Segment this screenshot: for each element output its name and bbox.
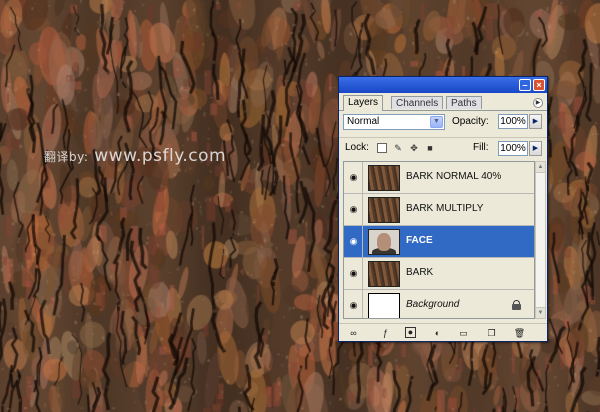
opacity-field[interactable]: 100% (498, 114, 528, 129)
lock-position-move-icon[interactable]: ✥ (409, 143, 419, 153)
layer-style-icon[interactable]: ƒ (379, 327, 392, 339)
opacity-slider-arrow-icon[interactable]: ▶ (529, 114, 542, 129)
eye-visibility-icon[interactable]: ◉ (347, 236, 360, 247)
lock-label: Lock: (345, 142, 369, 153)
blend-mode-select[interactable]: Normal ▼ (343, 114, 445, 130)
face-thumbnail (368, 229, 400, 255)
layer-thumbnail (368, 293, 400, 318)
watermark-url: www.psfly.com (94, 146, 227, 166)
palette-titlebar[interactable]: – × (339, 77, 547, 93)
fill-label: Fill: (473, 142, 489, 153)
layer-row[interactable]: ◉ BARK (344, 258, 534, 290)
layers-palette: – × Layers Channels Paths ▶ Normal ▼ Opa… (338, 76, 548, 342)
scroll-down-icon[interactable]: ▼ (536, 307, 545, 318)
layer-thumbnail (368, 197, 400, 223)
eye-visibility-icon[interactable]: ◉ (347, 204, 360, 215)
layer-name: Background (406, 299, 460, 310)
scroll-up-icon[interactable]: ▲ (536, 162, 545, 173)
trash-icon[interactable]: 🗑 (513, 327, 526, 339)
palette-menu-button[interactable]: ▶ (533, 98, 543, 108)
lock-transparency-icon[interactable] (377, 143, 387, 153)
lock-icon (512, 300, 521, 310)
layer-name: BARK (406, 267, 434, 278)
layers-scrollbar[interactable]: ▲ ▼ (535, 161, 546, 319)
palette-bottom-bar: ∞ ƒ ● ◐ ▭ ❐ 🗑 (339, 323, 547, 342)
folder-icon[interactable]: ▭ (457, 327, 470, 339)
adjustment-icon[interactable]: ◐ (431, 327, 444, 339)
layer-thumbnail (368, 165, 400, 191)
new-layer-icon[interactable]: ❐ (485, 327, 498, 339)
close-button[interactable]: × (533, 79, 545, 91)
opacity-label: Opacity: (452, 116, 489, 127)
fill-slider-arrow-icon[interactable]: ▶ (529, 141, 542, 156)
lock-image-brush-icon[interactable]: ✎ (393, 143, 403, 153)
palette-tabs: Layers Channels Paths ▶ (339, 94, 547, 111)
lock-all-icon[interactable]: ■ (425, 143, 435, 153)
eye-visibility-icon[interactable]: ◉ (347, 300, 360, 311)
layer-thumbnail (368, 261, 400, 287)
lock-fill-row: Lock: ✎ ✥ ■ Fill: 100% ▶ (339, 137, 547, 158)
layer-name: FACE (406, 235, 433, 246)
eye-visibility-icon[interactable]: ◉ (347, 268, 360, 279)
layer-row[interactable]: ◉ BARK NORMAL 40% (344, 162, 534, 194)
layer-row[interactable]: ◉ BARK MULTIPLY (344, 194, 534, 226)
layer-name: BARK MULTIPLY (406, 203, 484, 214)
chevron-down-icon[interactable]: ▼ (430, 116, 443, 128)
blend-opacity-row: Normal ▼ Opacity: 100% ▶ (339, 113, 547, 133)
link-icon[interactable]: ∞ (347, 327, 360, 339)
tab-layers[interactable]: Layers (343, 95, 384, 111)
layer-name: BARK NORMAL 40% (406, 171, 502, 182)
layer-row-selected[interactable]: ◉ FACE (344, 226, 534, 258)
minimize-button[interactable]: – (519, 79, 531, 91)
eye-visibility-icon[interactable]: ◉ (347, 172, 360, 183)
fill-field[interactable]: 100% (498, 141, 528, 156)
watermark: 翻译by: www.psfly.com (44, 146, 226, 166)
watermark-prefix: 翻译by: (44, 150, 89, 164)
layers-list: ◉ BARK NORMAL 40% ◉ BARK MULTIPLY ◉ FACE… (343, 161, 535, 319)
layer-row-background[interactable]: ◉ Background (344, 290, 534, 318)
blend-mode-value: Normal (347, 116, 380, 127)
mask-icon[interactable]: ● (405, 327, 416, 338)
tab-paths[interactable]: Paths (446, 96, 482, 109)
tab-channels[interactable]: Channels (391, 96, 444, 109)
